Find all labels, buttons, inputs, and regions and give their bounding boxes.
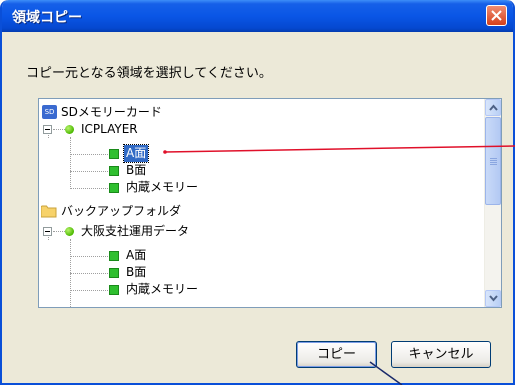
collapse-toggle[interactable] [43,227,52,236]
green-dot-icon [65,125,74,134]
tree-item-label: 内蔵メモリー [126,180,199,194]
green-square-icon [109,183,119,193]
tree-item-label: A面 [122,144,150,163]
green-square-icon [109,166,119,176]
chevron-up-icon [489,104,498,111]
tree-item-icplayer[interactable]: ICPLAYER [39,121,479,138]
green-square-icon [109,285,119,295]
tree-item-label: ICPLAYER [81,122,138,136]
area-tree-view[interactable]: SD SDメモリーカード ICPLAYER A面 B面 内蔵メモリー バックアッ… [38,98,502,308]
green-square-icon [109,149,119,159]
close-button[interactable] [486,5,507,26]
window-title: 領域コピー [12,10,82,26]
tree-item-backup-folder[interactable]: バックアップフォルダ [39,203,479,220]
tree-item-side-a[interactable]: A面 [39,247,479,264]
copy-button[interactable]: コピー [296,341,377,368]
chevron-down-icon [489,295,498,302]
scroll-down-button[interactable] [485,290,501,307]
green-dot-icon [65,227,74,236]
scroll-thumb[interactable] [485,117,501,205]
tree-item-side-a[interactable]: A面 [39,144,479,163]
folder-icon [41,205,57,218]
tree-item-side-b[interactable]: B面 [39,264,479,281]
tree-item-sd-card[interactable]: SD SDメモリーカード [39,104,479,121]
area-copy-dialog: 領域コピー コピー元となる領域を選択してください。 SD SDメモリーカード I… [0,0,515,385]
green-square-icon [109,251,119,261]
tree-item-label: A面 [126,248,147,262]
tree-item-internal-memory[interactable]: 内蔵メモリー [39,179,479,196]
tree-item-label: バックアップフォルダ [61,204,182,218]
tree-item-label: B面 [126,265,147,279]
green-square-icon [109,268,119,278]
instruction-text: コピー元となる領域を選択してください。 [26,66,272,81]
title-bar[interactable]: 領域コピー [2,0,513,32]
scroll-up-button[interactable] [485,99,501,116]
collapse-toggle[interactable] [43,125,52,134]
tree-item-osaka-data[interactable]: 大阪支社運用データ [39,223,479,240]
tree-item-internal-memory[interactable]: 内蔵メモリー [39,281,479,298]
tree-item-label: SDメモリーカード [61,105,162,119]
tree-item-label: B面 [126,163,147,177]
vertical-scrollbar[interactable] [484,99,501,307]
cancel-button[interactable]: キャンセル [391,341,491,368]
close-icon [491,10,502,21]
tree-item-side-b[interactable]: B面 [39,162,479,179]
tree-item-label: 内蔵メモリー [126,282,199,296]
sd-card-icon: SD [42,105,57,119]
tree-item-label: 大阪支社運用データ [81,224,190,238]
tree-content: SD SDメモリーカード ICPLAYER A面 B面 内蔵メモリー バックアッ… [39,99,483,307]
